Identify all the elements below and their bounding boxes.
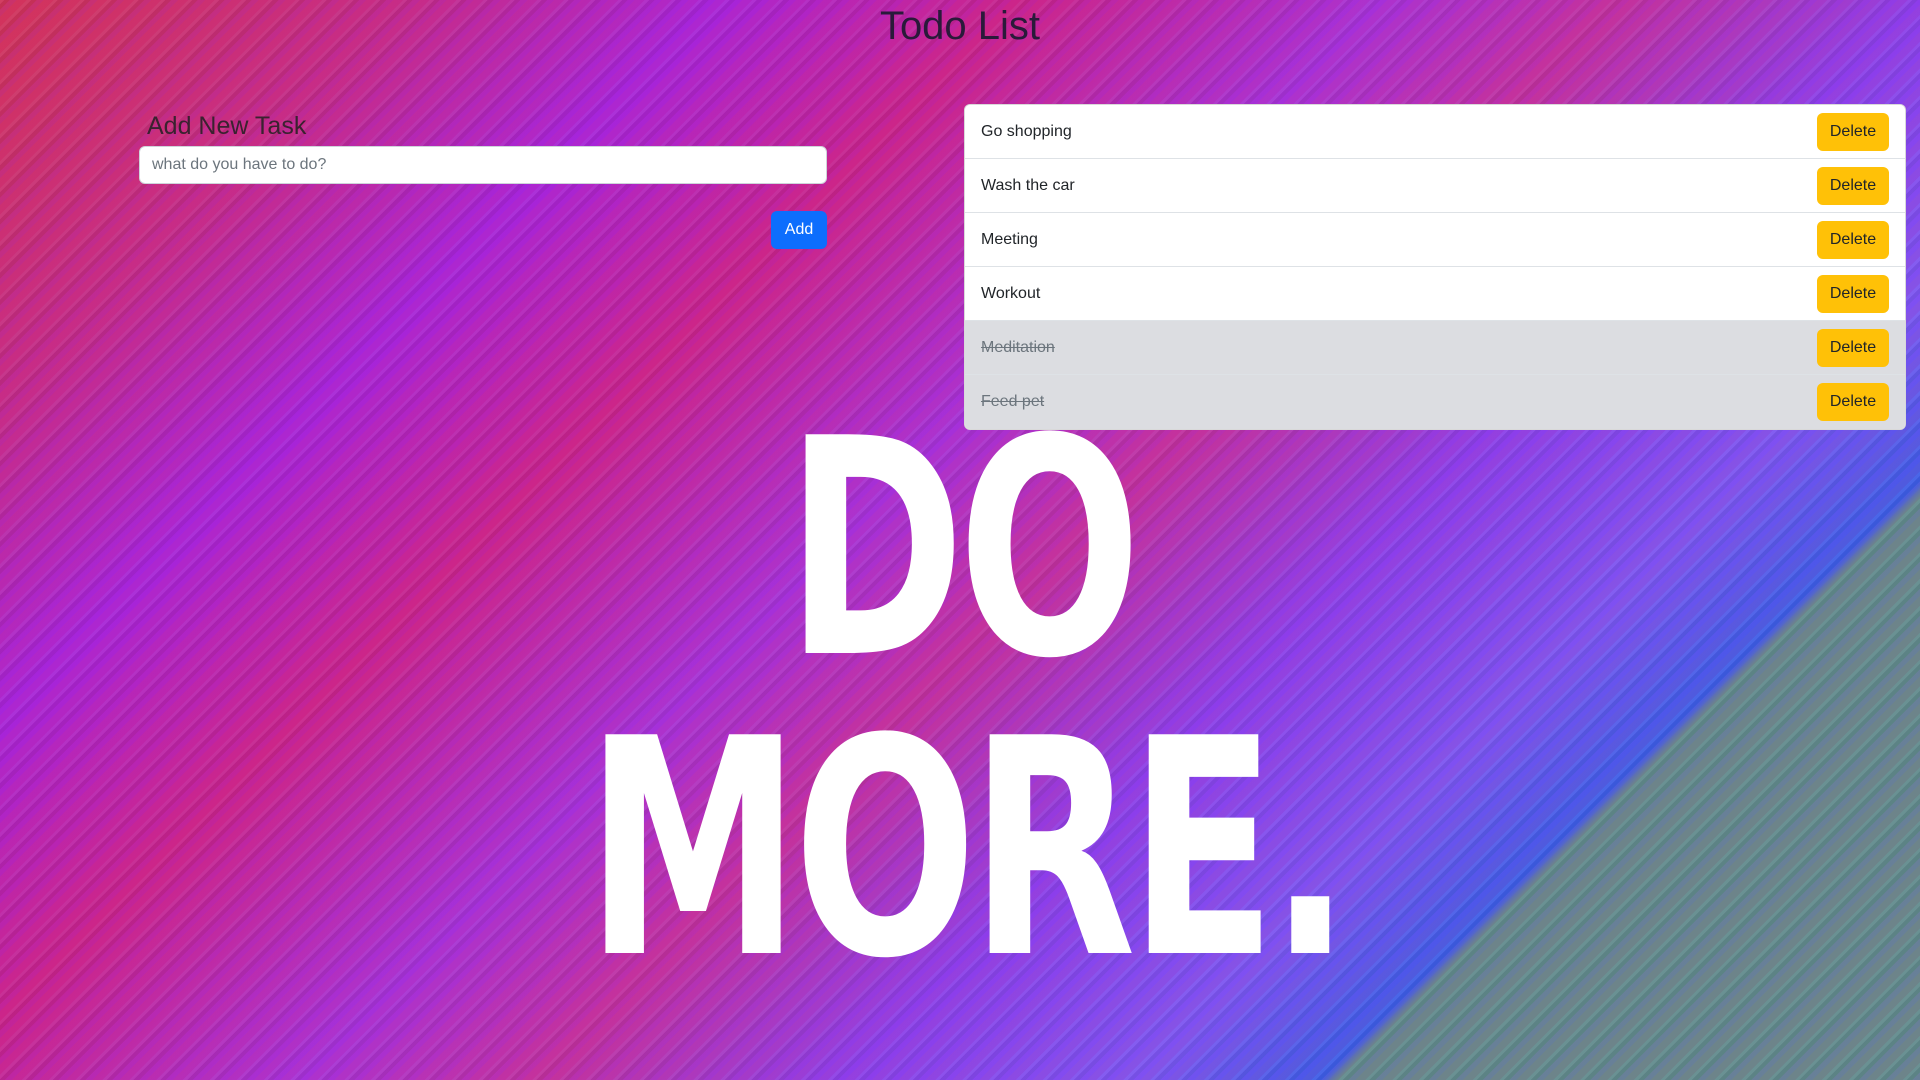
add-task-form: Add New Task Add [139,110,827,249]
task-row: Workout Delete [965,267,1905,321]
task-text[interactable]: Wash the car [981,177,1075,195]
delete-button[interactable]: Delete [1817,112,1889,151]
task-input[interactable] [139,146,827,184]
delete-button[interactable]: Delete [1817,166,1889,205]
task-text[interactable]: Go shopping [981,123,1072,141]
add-button[interactable]: Add [771,211,827,249]
task-list: Go shopping Delete Wash the car Delete M… [964,104,1906,430]
delete-button[interactable]: Delete [1817,328,1889,367]
slogan: DO MORE. [585,375,1352,1024]
add-task-label: Add New Task [147,112,307,140]
delete-button[interactable]: Delete [1817,274,1889,313]
task-row: Wash the car Delete [965,159,1905,213]
delete-button[interactable]: Delete [1817,220,1889,259]
task-text[interactable]: Meeting [981,231,1038,249]
task-text[interactable]: Feed pet [981,393,1044,411]
delete-button[interactable]: Delete [1817,383,1889,421]
task-row: Meeting Delete [965,213,1905,267]
task-text[interactable]: Workout [981,285,1040,303]
task-row: Feed pet Delete [965,375,1905,429]
task-text[interactable]: Meditation [981,339,1055,357]
task-row: Go shopping Delete [965,105,1905,159]
task-row: Meditation Delete [965,321,1905,375]
page-title: Todo List [879,4,1041,48]
